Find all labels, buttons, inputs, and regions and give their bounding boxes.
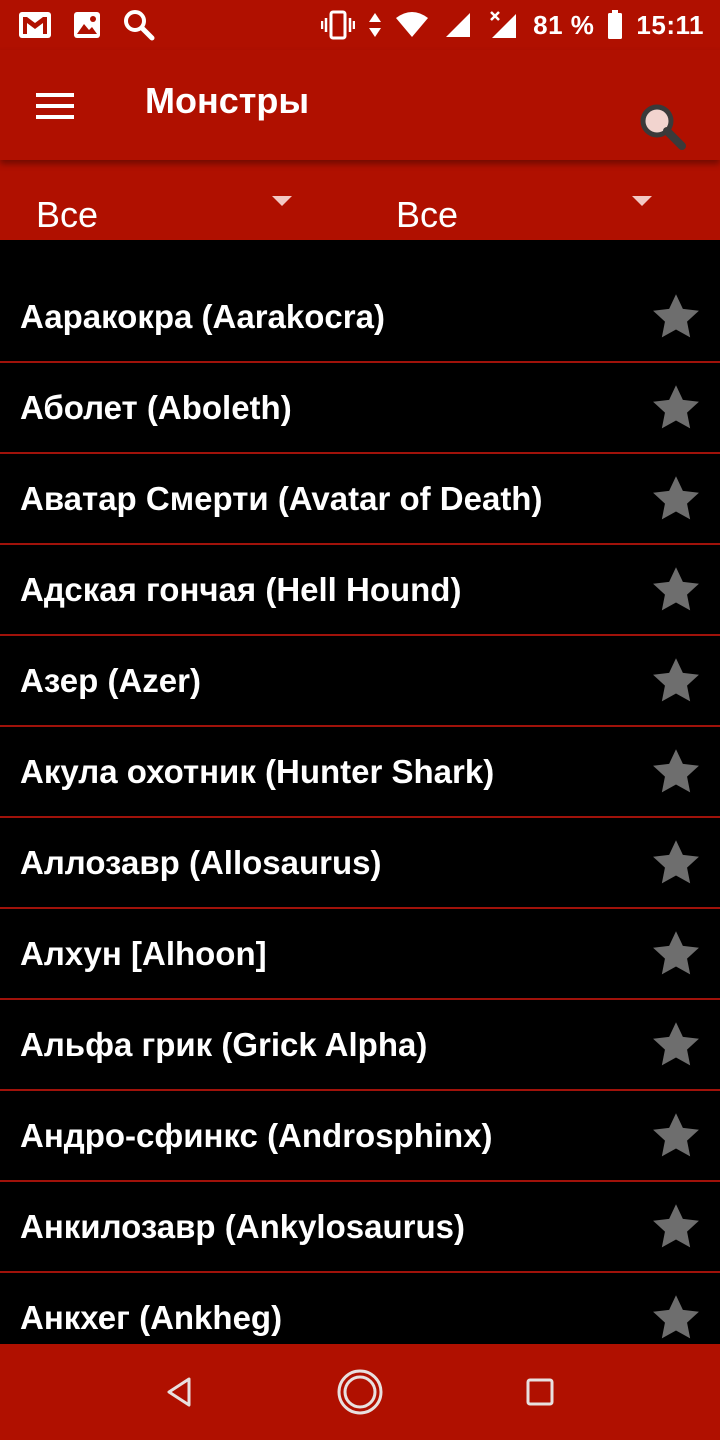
home-icon[interactable] xyxy=(336,1368,384,1416)
back-icon[interactable] xyxy=(156,1368,204,1416)
list-item[interactable]: Аватар Смерти (Avatar of Death) xyxy=(0,454,720,545)
list-item[interactable]: Альфа грик (Grick Alpha) xyxy=(0,1000,720,1091)
app-bar: Монстры xyxy=(0,50,720,160)
hamburger-menu-icon[interactable] xyxy=(26,78,86,134)
star-icon[interactable] xyxy=(650,564,702,616)
monster-name: Алхун [Alhoon] xyxy=(20,934,267,972)
star-icon[interactable] xyxy=(650,746,702,798)
signal-icon xyxy=(441,8,475,42)
filter-value: Все xyxy=(36,194,99,235)
notification-icons xyxy=(18,8,156,42)
image-icon xyxy=(70,8,104,42)
list-item[interactable]: Алхун [Alhoon] xyxy=(0,909,720,1000)
monster-name: Анкилозавр (Ankylosaurus) xyxy=(20,1207,465,1245)
page-title: Монстры xyxy=(145,80,310,121)
screen: 81 % 15:11 Монстры Все Все Ааракокра (Aa… xyxy=(0,0,720,1440)
star-icon[interactable] xyxy=(650,1201,702,1253)
filter-dropdown-1[interactable]: Все xyxy=(36,160,336,240)
clock: 15:11 xyxy=(636,9,704,40)
list-item[interactable]: Андро-сфинкс (Androsphinx) xyxy=(0,1091,720,1182)
navigation-bar xyxy=(0,1344,720,1440)
wifi-icon xyxy=(395,8,429,42)
list-item[interactable]: Аллозавр (Allosaurus) xyxy=(0,818,720,909)
dropdown-arrow-icon xyxy=(632,196,652,206)
search-icon[interactable] xyxy=(632,96,692,156)
signal-no-service-icon xyxy=(487,8,521,42)
list-item[interactable]: Акула охотник (Hunter Shark) xyxy=(0,727,720,818)
filter-value: Все xyxy=(396,194,459,235)
gmail-icon xyxy=(18,8,52,42)
star-icon[interactable] xyxy=(650,291,702,343)
monster-name: Акула охотник (Hunter Shark) xyxy=(20,752,495,790)
monster-name: Аллозавр (Allosaurus) xyxy=(20,843,382,881)
dropdown-arrow-icon xyxy=(272,196,292,206)
filter-dropdown-2[interactable]: Все xyxy=(396,160,696,240)
list-item[interactable]: Аболет (Aboleth) xyxy=(0,363,720,454)
vibrate-icon xyxy=(321,8,356,42)
battery-icon xyxy=(606,8,624,42)
monster-name: Альфа грик (Grick Alpha) xyxy=(20,1025,428,1063)
monster-name: Азер (Azer) xyxy=(20,661,201,699)
star-icon[interactable] xyxy=(650,1110,702,1162)
monster-name: Адская гончая (Hell Hound) xyxy=(20,570,462,608)
battery-percentage: 81 % xyxy=(533,9,595,40)
list-item[interactable]: Анкилозавр (Ankylosaurus) xyxy=(0,1182,720,1273)
star-icon[interactable] xyxy=(650,1019,702,1071)
monster-name: Аватар Смерти (Avatar of Death) xyxy=(20,479,543,517)
monster-list[interactable]: Ааракокра (Aarakocra) Аболет (Aboleth) А… xyxy=(0,240,720,1344)
star-icon[interactable] xyxy=(650,655,702,707)
monster-name: Ааракокра (Aarakocra) xyxy=(20,297,385,335)
recents-icon[interactable] xyxy=(516,1368,564,1416)
star-icon[interactable] xyxy=(650,382,702,434)
star-icon[interactable] xyxy=(650,928,702,980)
system-indicators: 81 % 15:11 xyxy=(321,8,704,42)
list-item[interactable]: Адская гончая (Hell Hound) xyxy=(0,545,720,636)
data-arrows-icon xyxy=(367,8,383,42)
star-icon[interactable] xyxy=(650,837,702,889)
search-icon xyxy=(122,8,156,42)
filter-bar: Все Все xyxy=(0,160,720,240)
list-item[interactable]: Ааракокра (Aarakocra) xyxy=(0,272,720,363)
list-item[interactable]: Азер (Azer) xyxy=(0,636,720,727)
monster-name: Андро-сфинкс (Androsphinx) xyxy=(20,1116,493,1154)
monster-name: Анкхег (Ankheg) xyxy=(20,1298,283,1336)
monster-name: Аболет (Aboleth) xyxy=(20,388,292,426)
list-item[interactable]: Анкхег (Ankheg) xyxy=(0,1273,720,1344)
star-icon[interactable] xyxy=(650,473,702,525)
star-icon[interactable] xyxy=(650,1292,702,1344)
status-bar: 81 % 15:11 xyxy=(0,0,720,50)
